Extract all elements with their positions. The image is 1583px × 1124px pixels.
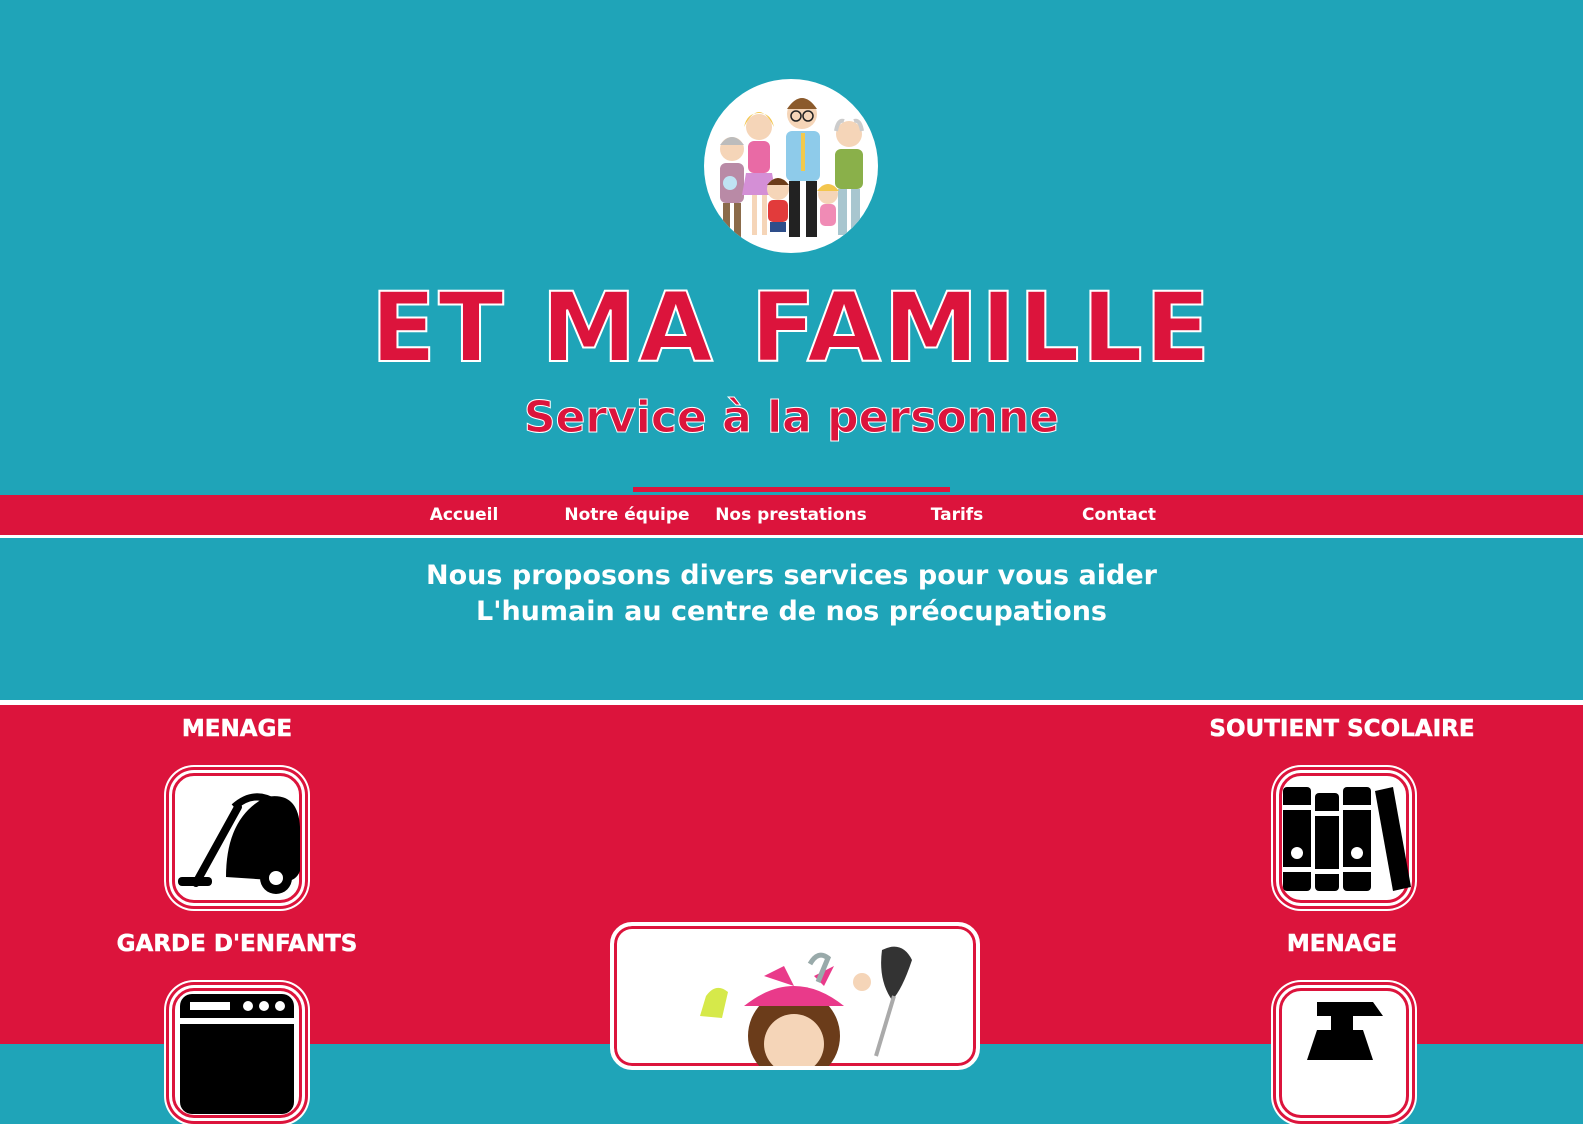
feature-illustration-card[interactable]	[610, 922, 980, 1070]
spray-bottle-icon	[1307, 1002, 1383, 1060]
nav-item-accueil[interactable]: Accueil	[390, 495, 538, 535]
service-title-menage-2: MENAGE	[1286, 931, 1398, 958]
cleaning-lady-illustration-icon	[700, 946, 912, 1066]
main-nav: Accueil Notre équipe Nos prestations Tar…	[0, 495, 1583, 538]
intro-line-2: L'humain au centre de nos préocupations	[475, 596, 1108, 627]
vacuum-cleaner-icon	[178, 793, 300, 894]
service-card-soutient-scolaire[interactable]	[1273, 767, 1415, 909]
nav-item-tarifs[interactable]: Tarifs	[883, 495, 1031, 535]
active-nav-indicator	[633, 487, 950, 492]
service-title-menage: MENAGE	[181, 716, 293, 743]
nav-item-contact[interactable]: Contact	[1045, 495, 1193, 535]
service-title-soutient-scolaire: SOUTIENT SCOLAIRE	[1209, 716, 1475, 743]
site-title: ET MA FAMILLE	[370, 271, 1213, 385]
service-card-menage-2[interactable]	[1273, 982, 1415, 1124]
intro-line-1: Nous proposons divers services pour vous…	[426, 560, 1157, 591]
service-card-menage[interactable]	[166, 767, 308, 909]
intro-section: Nous proposons divers services pour vous…	[0, 538, 1583, 705]
site-subtitle: Service à la personne	[523, 392, 1060, 444]
books-icon	[1283, 787, 1411, 891]
family-illustration-icon[interactable]	[704, 79, 878, 253]
nav-item-nos-prestations[interactable]: Nos prestations	[709, 495, 873, 535]
site-header: ET MA FAMILLE Service à la personne	[0, 0, 1583, 495]
service-title-garde-enfants: GARDE D'ENFANTS	[116, 931, 358, 958]
service-card-garde-enfants[interactable]	[166, 982, 308, 1124]
nav-item-notre-equipe[interactable]: Notre équipe	[553, 495, 701, 535]
washing-machine-icon	[180, 994, 294, 1114]
